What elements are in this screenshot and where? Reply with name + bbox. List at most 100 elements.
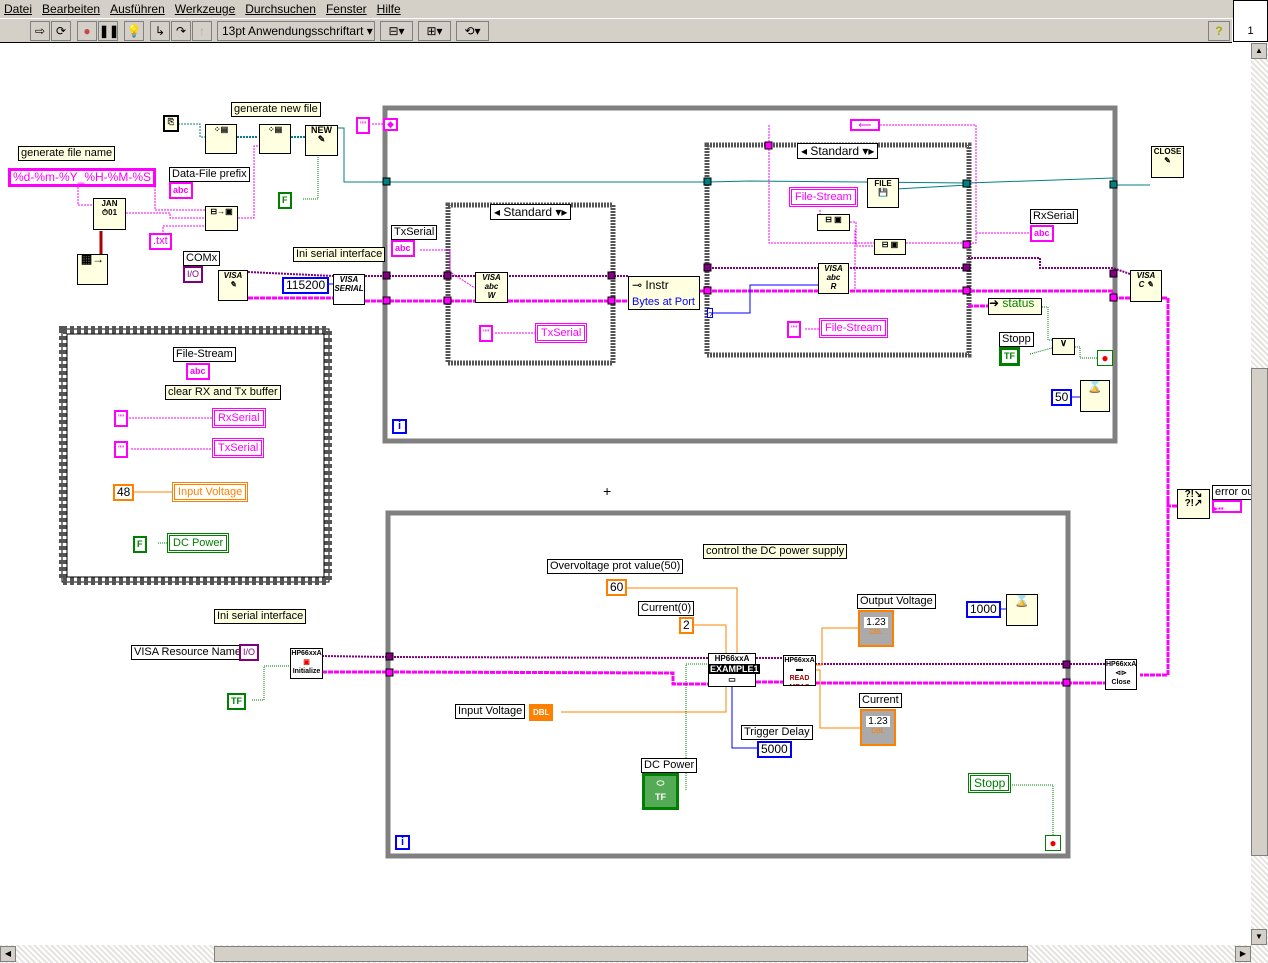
- scroll-up-arrow-icon[interactable]: ▲: [1251, 43, 1267, 59]
- case-selector-terminal: ?: [707, 308, 713, 320]
- seq-rxserial-local[interactable]: RxSerial: [212, 408, 266, 428]
- vertical-scroll-thumb[interactable]: [1251, 368, 1268, 856]
- hp66xxa-close-icon: HP66xxA ⊲⊳ Close: [1105, 659, 1137, 690]
- current-indicator-label: Current: [859, 693, 902, 708]
- seq-dc-power-local[interactable]: DC Power: [167, 533, 230, 553]
- seq-boolean-constant[interactable]: F: [133, 536, 147, 553]
- comment-generate-file-name: generate file name: [18, 146, 116, 161]
- property-bytes-at-port: Bytes at Port: [632, 296, 695, 308]
- get-date-time-icon: ▦→: [77, 254, 108, 285]
- seq-voltage-constant[interactable]: 48: [113, 484, 135, 501]
- loop-condition-stop-icon-lower[interactable]: ●: [1045, 835, 1061, 851]
- seq-file-stream-variable[interactable]: abc: [186, 363, 210, 380]
- case-selector-1-value: Standard: [503, 205, 553, 219]
- visa-resource-name-label: VISA Resource Name: [131, 645, 244, 660]
- case-structure-1: [445, 202, 616, 366]
- current-value: 1.23: [866, 716, 890, 727]
- visa-close-icon: VISA C ✎: [1130, 270, 1162, 302]
- ovp-constant[interactable]: 60: [606, 579, 628, 596]
- concatenate-strings-icon-3: ⊟ ▣: [874, 239, 906, 255]
- close-file-icon: CLOSE ✎: [1151, 146, 1184, 178]
- vertical-scrollbar[interactable]: ▲ ▼: [1251, 43, 1268, 945]
- seq-file-stream-label: File-Stream: [173, 347, 236, 362]
- status-text: status: [1002, 298, 1035, 310]
- scroll-left-arrow-icon[interactable]: ◀: [0, 946, 16, 962]
- cursor-crosshair-icon: +: [603, 483, 612, 499]
- seq-empty-string-1[interactable]: "": [114, 410, 129, 427]
- hp66xxa-read-meas-icon: HP66xxA▬READ MEAS: [783, 655, 816, 686]
- txserial-control[interactable]: abc: [391, 240, 415, 257]
- trigger-delay-label: Trigger Delay: [741, 725, 813, 740]
- dc-power-switch-control[interactable]: ⬭ TF: [642, 773, 679, 810]
- data-file-prefix-control[interactable]: abc: [169, 182, 193, 199]
- strip-path-icon: ⁘▤: [205, 124, 237, 154]
- boolean-false-constant[interactable]: F: [278, 192, 292, 209]
- case-selector-1[interactable]: ◂ Standard ▾▸: [490, 204, 572, 220]
- lower-boolean-constant[interactable]: TF: [227, 693, 246, 710]
- txserial-label: TxSerial: [391, 225, 438, 240]
- comment-clear-buffer: clear RX and Tx buffer: [165, 385, 281, 400]
- shift-register-icon: ◆: [383, 118, 398, 131]
- new-file-text: NEW: [311, 125, 332, 135]
- format-string-constant[interactable]: %d-%m-%Y_%H-%M-%S: [8, 168, 157, 187]
- format-date-time-icon: JAN ⏱01: [93, 198, 126, 230]
- output-voltage-value: 1.23: [864, 617, 888, 628]
- iteration-terminal-lower: i: [395, 835, 410, 850]
- txt-constant[interactable]: .txt: [149, 233, 172, 250]
- hp-example-sub: EXAMPLE1: [709, 664, 760, 674]
- file-stream-local-variable[interactable]: File-Stream: [789, 187, 858, 207]
- loop-condition-stop-icon[interactable]: ●: [1097, 350, 1113, 366]
- input-voltage-control[interactable]: DBL: [529, 704, 554, 721]
- comment-generate-new-file: generate new file: [231, 102, 321, 117]
- concatenate-strings-icon: ⊟→▣: [205, 206, 238, 231]
- visa-resource-name-control[interactable]: I/O: [239, 644, 260, 661]
- trigger-delay-constant[interactable]: 5000: [757, 741, 792, 758]
- hp66xxa-example-icon: HP66xxA EXAMPLE1 ▭: [708, 653, 760, 687]
- visa-open-icon: VISA ✎: [218, 270, 248, 301]
- scroll-right-arrow-icon[interactable]: ▶: [1235, 946, 1251, 962]
- seq-input-voltage-local[interactable]: Input Voltage: [172, 482, 249, 502]
- hp-read-sub: READ MEAS: [789, 675, 810, 685]
- stopp-button-lower[interactable]: Stopp: [968, 773, 1012, 793]
- current-constant[interactable]: 2: [679, 617, 694, 634]
- stopp-button-terminal[interactable]: TF: [999, 347, 1020, 366]
- seq-txserial-local[interactable]: TxSerial: [212, 438, 265, 458]
- new-file-icon: NEW ✎: [305, 125, 338, 156]
- baud-rate-constant[interactable]: 115200: [282, 277, 330, 294]
- current-label: Current(0): [638, 601, 695, 616]
- current-indicator[interactable]: 1.23 DBL: [860, 709, 896, 746]
- horizontal-scroll-thumb[interactable]: [214, 946, 1028, 962]
- comx-control[interactable]: I/O: [183, 266, 204, 283]
- current-type: DBL: [871, 728, 885, 735]
- ovp-label: Overvoltage prot value(50): [547, 559, 684, 574]
- error-out-indicator[interactable]: ▸▪▪: [1212, 500, 1242, 513]
- wait-ms-constant-lower[interactable]: 1000: [966, 601, 1001, 618]
- dc-power-tf: TF: [655, 792, 666, 802]
- comment-ini-serial: Ini serial interface: [293, 247, 386, 262]
- comment-control-dc: control the DC power supply: [703, 544, 848, 559]
- output-voltage-type: DBL: [869, 629, 883, 636]
- property-node-class: Instr: [645, 278, 669, 292]
- empty-string-constant-top[interactable]: "": [356, 117, 371, 134]
- output-voltage-label: Output Voltage: [857, 594, 936, 609]
- scroll-down-arrow-icon[interactable]: ▼: [1251, 929, 1267, 945]
- current-vi-path-icon: ⎘: [163, 115, 179, 132]
- empty-string-constant-case2[interactable]: "": [787, 321, 802, 338]
- file-stream-local-variable-2[interactable]: File-Stream: [819, 318, 888, 338]
- hp-example-title: HP66xxA: [714, 654, 750, 663]
- visa-property-node[interactable]: ⊸ Instr Bytes at Port: [628, 276, 700, 310]
- wires-and-structures: [59, 105, 1210, 859]
- empty-string-constant-case1[interactable]: "": [479, 325, 494, 342]
- rxserial-indicator[interactable]: abc: [1030, 225, 1054, 242]
- case-selector-2-value: Standard: [810, 144, 860, 158]
- txserial-local-variable[interactable]: TxSerial: [535, 323, 588, 343]
- output-voltage-indicator[interactable]: 1.23 DBL: [858, 610, 894, 647]
- wait-ms-constant[interactable]: 50: [1051, 389, 1073, 406]
- build-path-icon: ⁘▤: [259, 124, 291, 154]
- rxserial-label: RxSerial: [1030, 209, 1078, 224]
- input-voltage-label: Input Voltage: [455, 704, 526, 719]
- case-selector-2[interactable]: ◂ Standard ▾▸: [797, 143, 879, 159]
- close-file-text: CLOSE: [1153, 147, 1182, 156]
- horizontal-scrollbar[interactable]: ◀ ▶: [0, 945, 1268, 963]
- seq-empty-string-2[interactable]: "": [114, 441, 129, 458]
